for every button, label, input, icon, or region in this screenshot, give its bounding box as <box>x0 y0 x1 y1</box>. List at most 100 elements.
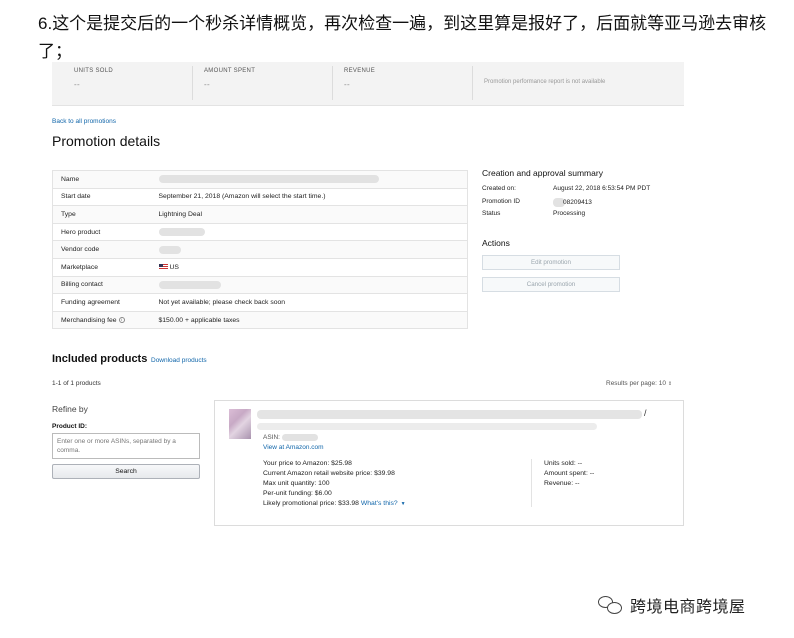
approval-summary: Creation and approval summary Created on… <box>482 168 682 223</box>
marketplace-value: US <box>169 263 179 271</box>
detail-row-type: Type Lightning Deal <box>52 205 468 224</box>
wechat-watermark: 跨境电商跨境屋 <box>598 593 746 617</box>
likely-price: Likely promotional price: $33.98 <box>263 500 359 507</box>
view-at-amazon-link[interactable]: View at Amazon.com <box>263 444 324 451</box>
cancel-promotion-button[interactable]: Cancel promotion <box>482 277 620 292</box>
detail-key: Funding agreement <box>52 293 159 312</box>
detail-row-billing-contact: Billing contact <box>52 275 468 294</box>
performance-stats-bar: UNITS SOLD -- AMOUNT SPENT -- REVENUE --… <box>52 62 684 106</box>
detail-row-name: Name <box>52 170 468 189</box>
detail-value: Not yet available; please check back soo… <box>158 293 468 312</box>
amount-spent: Amount spent: -- <box>544 470 595 477</box>
detail-value-redacted <box>158 170 468 189</box>
detail-key: Start date <box>52 187 159 206</box>
revenue-label: REVENUE <box>344 68 376 74</box>
amount-spent-value: -- <box>204 80 210 89</box>
revenue-stat: REVENUE -- <box>344 68 375 89</box>
product-id-input[interactable]: Enter one or more ASINs, separated by a … <box>52 433 200 459</box>
units-sold-stat: UNITS SOLD -- <box>74 68 113 89</box>
detail-value-redacted <box>158 222 468 241</box>
products-count: 1-1 of 1 products <box>52 380 101 387</box>
detail-row-start-date: Start date September 21, 2018 (Amazon wi… <box>52 187 468 206</box>
detail-value: US <box>158 257 468 277</box>
page-title: Promotion details <box>52 133 161 149</box>
product-performance: Units sold: -- Amount spent: -- Revenue:… <box>544 459 594 489</box>
stats-divider <box>192 66 193 100</box>
detail-row-vendor-code: Vendor code <box>52 240 468 259</box>
product-thumbnail <box>229 409 251 439</box>
title-end-mark: / <box>644 408 647 418</box>
back-to-promotions-link[interactable]: Back to all promotions <box>52 118 116 125</box>
amount-spent-stat: AMOUNT SPENT -- <box>204 68 255 89</box>
edit-promotion-button[interactable]: Edit promotion <box>482 255 620 270</box>
summary-title: Creation and approval summary <box>482 168 603 178</box>
revenue: Revenue: -- <box>544 480 580 487</box>
refine-by-heading: Refine by <box>52 404 88 414</box>
detail-value: September 21, 2018 (Amazon will select t… <box>158 187 468 206</box>
units-sold-label: UNITS SOLD <box>74 68 114 74</box>
whats-this-link[interactable]: What's this? <box>361 500 398 507</box>
summary-value: August 22, 2018 6:53:54 PM PDT <box>553 185 651 192</box>
tutorial-caption: 6.这个是提交后的一个秒杀详情概览，再次检查一遍，到这里算是报好了，后面就等亚马… <box>38 10 768 66</box>
detail-key: Name <box>52 170 159 189</box>
detail-row-hero-product: Hero product <box>52 222 468 241</box>
detail-key: Hero product <box>52 222 159 241</box>
asin-row: ASIN: <box>263 434 318 441</box>
product-title-redacted <box>257 410 642 419</box>
product-card: / ASIN: View at Amazon.com Your price to… <box>214 400 684 526</box>
detail-key: Marketplace <box>52 257 159 277</box>
your-price: Your price to Amazon: $25.98 <box>263 460 352 467</box>
detail-value: $150.00 + applicable taxes <box>158 310 468 329</box>
detail-key: Type <box>52 205 159 224</box>
detail-value: Lightning Deal <box>158 205 468 224</box>
summary-row-created-on: Created on: August 22, 2018 6:53:54 PM P… <box>482 185 682 198</box>
revenue-value: -- <box>344 80 350 89</box>
detail-row-funding-agreement: Funding agreement Not yet available; ple… <box>52 293 468 312</box>
search-button[interactable]: Search <box>52 464 200 479</box>
product-title-redacted <box>257 423 597 430</box>
units-sold-value: -- <box>74 80 80 89</box>
info-icon[interactable]: i <box>118 316 125 323</box>
status-value: Processing <box>553 210 586 217</box>
product-id-label: Product ID: <box>52 423 88 430</box>
caret-down-icon[interactable]: ▼ <box>401 501 406 507</box>
stats-divider <box>332 66 333 100</box>
summary-key: Created on: <box>482 185 516 192</box>
detail-key: Vendor code <box>52 240 159 259</box>
results-per-page-value[interactable]: 10 <box>659 380 666 387</box>
wechat-logo-icon <box>598 594 624 616</box>
product-pricing: Your price to Amazon: $25.98 Current Ama… <box>263 459 406 509</box>
per-unit-funding: Per-unit funding: $6.00 <box>263 490 332 497</box>
detail-key: Billing contact <box>52 275 159 294</box>
detail-row-marketplace: Marketplace US <box>52 257 468 277</box>
units-sold: Units sold: -- <box>544 460 583 467</box>
promotion-id-value: 08209413 <box>563 198 592 206</box>
summary-row-promotion-id: Promotion ID 08209413 <box>482 197 682 211</box>
detail-value-redacted <box>158 275 468 294</box>
max-unit-quantity: Max unit quantity: 100 <box>263 480 330 487</box>
results-per-page[interactable]: Results per page: 10 ⇕ <box>606 380 672 387</box>
actions-heading: Actions <box>482 238 510 248</box>
caption-step-number: 6. <box>38 14 53 33</box>
included-products-title: Included products <box>52 353 148 365</box>
current-price: Current Amazon retail website price: $39… <box>263 470 395 477</box>
summary-key: Promotion ID <box>482 197 520 205</box>
summary-row-status: Status Processing <box>482 210 682 223</box>
card-divider <box>531 459 532 507</box>
summary-value: 08209413 <box>553 197 592 207</box>
watermark-text: 跨境电商跨境屋 <box>630 597 746 616</box>
download-products-link[interactable]: Download products <box>151 357 207 364</box>
detail-row-merchandising-fee: Merchandising fee i $150.00 + applicable … <box>52 310 468 329</box>
likely-promotional-price-row: Likely promotional price: $33.98 What's … <box>263 499 406 509</box>
us-flag-icon <box>158 263 168 270</box>
detail-key-with-info: Merchandising fee i <box>52 310 159 329</box>
detail-value-redacted <box>158 240 468 259</box>
caption-text: 这个是提交后的一个秒杀详情概览，再次检查一遍，到这里算是报好了，后面就等亚马逊去… <box>38 14 767 62</box>
results-per-page-label: Results per page: <box>606 380 657 387</box>
amount-spent-label: AMOUNT SPENT <box>204 68 256 74</box>
detail-key: Merchandising fee <box>61 316 117 324</box>
sort-arrows-icon: ⇕ <box>667 381 673 387</box>
performance-report-note: Promotion performance report is not avai… <box>484 79 606 85</box>
stats-divider <box>472 66 473 100</box>
summary-key: Status <box>482 210 501 217</box>
